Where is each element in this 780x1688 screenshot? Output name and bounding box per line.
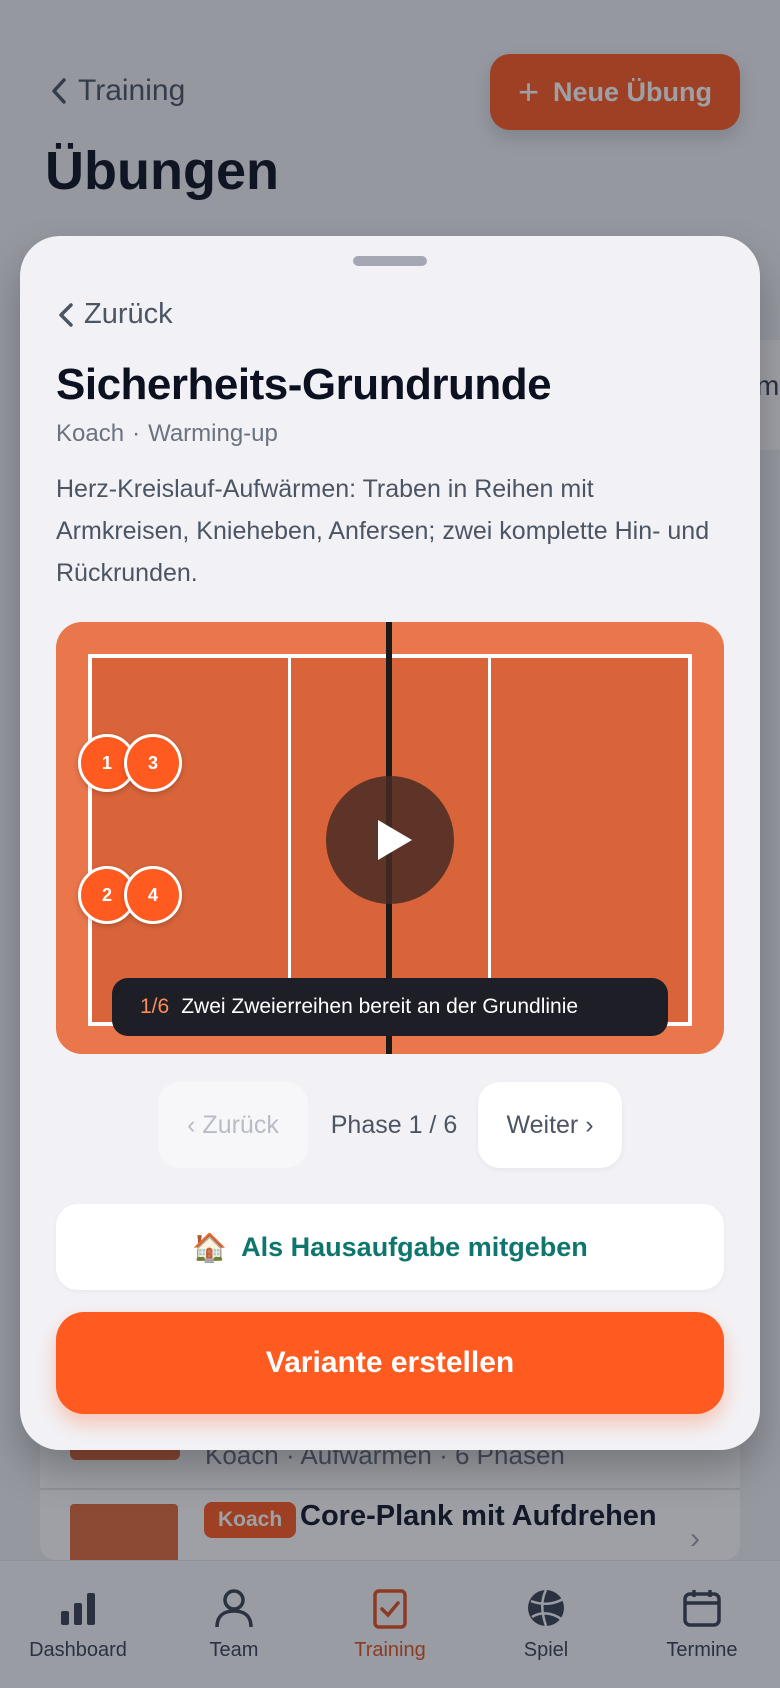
sheet-drag-handle[interactable] (353, 256, 427, 266)
house-icon: 🏠 (192, 1231, 228, 1263)
exercise-meta: Koach · Warming-up (56, 420, 278, 448)
phase-prev-button[interactable]: ‹ Zurück (158, 1082, 308, 1168)
play-icon (378, 820, 412, 860)
play-button[interactable] (326, 776, 454, 904)
player-marker: 4 (124, 866, 182, 924)
exercise-description: Herz-Kreislauf-Aufwärmen: Traben in Reih… (56, 475, 710, 587)
sheet-back-button[interactable]: Zurück (56, 298, 173, 331)
exercise-author: Koach (56, 420, 125, 447)
exercise-detail-sheet: Zurück Sicherheits-Grundrunde Koach · Wa… (20, 236, 760, 1450)
phase-number: 1/6 (140, 995, 170, 1018)
exercise-title: Sicherheits-Grundrunde (56, 360, 552, 409)
exercise-category: Warming-up (148, 420, 278, 447)
sheet-back-label: Zurück (84, 298, 173, 330)
meta-separator: · (132, 420, 141, 447)
phase-description: Zwei Zweierreihen bereit an der Grundlin… (181, 995, 579, 1018)
phase-caption: 1/6 Zwei Zweierreihen bereit an der Grun… (112, 978, 668, 1036)
phase-indicator: Phase 1 / 6 (330, 1110, 458, 1139)
homework-label: Als Hausaufgabe mitgeben (241, 1231, 588, 1262)
attack-line-left (288, 658, 291, 1022)
create-variant-button[interactable]: Variante erstellen (56, 1312, 724, 1414)
player-marker: 3 (124, 734, 182, 792)
court-animation[interactable]: 1 3 2 4 1/6 Zwei Zweierreihen bereit an … (56, 622, 724, 1054)
phase-next-button[interactable]: Weiter › (478, 1082, 622, 1168)
attack-line-right (488, 658, 491, 1022)
chevron-left-icon (59, 302, 73, 327)
homework-button[interactable]: 🏠 Als Hausaufgabe mitgeben (56, 1204, 724, 1290)
